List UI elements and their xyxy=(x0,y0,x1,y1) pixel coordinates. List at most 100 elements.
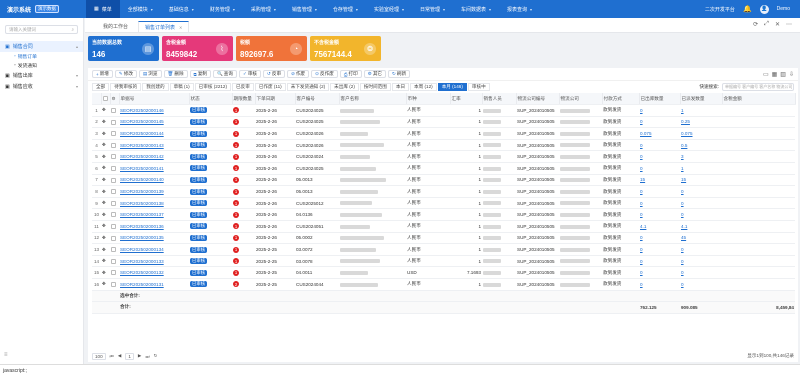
dispatched-qty[interactable]: 1 xyxy=(680,162,722,175)
column-header[interactable]: 客户编号 xyxy=(295,93,340,106)
filter-tab[interactable]: 审核中 xyxy=(467,83,490,91)
expand-cell[interactable]: ✥ xyxy=(101,232,110,245)
page-tab[interactable]: 销售订单列表 ✕ xyxy=(138,21,190,32)
close-icon[interactable]: ✕ xyxy=(775,21,780,28)
dispatched-qty[interactable]: 0 xyxy=(680,197,722,210)
expand-cell[interactable]: ✥ xyxy=(101,255,110,268)
order-number[interactable]: SEOR202502000132 xyxy=(119,266,189,279)
dispatched-qty[interactable]: 0 xyxy=(680,266,722,279)
filter-tab[interactable]: 本月 (146) xyxy=(437,83,467,91)
row-checkbox[interactable] xyxy=(111,247,116,253)
filter-tab[interactable]: 草稿 (1) xyxy=(169,83,194,91)
checkbox-cell[interactable] xyxy=(110,255,119,268)
expand-cell[interactable]: ✥ xyxy=(101,220,110,233)
shipped-qty[interactable]: 0.075 xyxy=(639,127,680,140)
page-tab[interactable]: 我的工作台 xyxy=(97,21,134,32)
filter-tab[interactable]: 本日 xyxy=(391,83,410,91)
shipped-qty[interactable]: 4.1 xyxy=(639,220,680,233)
page-size-select[interactable]: 100 xyxy=(92,352,106,360)
shipped-qty[interactable]: 15 xyxy=(639,174,680,187)
page-input[interactable]: 1 xyxy=(125,352,134,360)
column-header[interactable]: 已出库数量 xyxy=(639,93,681,106)
table-row[interactable]: 16 ✥ SEOR202502000131 已审核 2 2025-2-25 CUS20240… xyxy=(92,278,795,291)
checkbox-cell[interactable] xyxy=(110,208,119,222)
row-checkbox[interactable] xyxy=(111,177,116,183)
filter-tab[interactable]: 已审核 (2212) xyxy=(194,83,232,91)
column-header[interactable]: 付款方式 xyxy=(602,93,640,106)
filter-tab[interactable]: 全部 xyxy=(92,83,110,91)
top-nav-item[interactable]: 实验室经理 ▾ xyxy=(366,0,412,18)
column-header[interactable]: 含税金额 xyxy=(722,93,796,106)
column-header[interactable]: 下单日期 xyxy=(255,93,296,106)
toolbar-button[interactable]: + 新增 xyxy=(92,70,113,78)
row-checkbox[interactable] xyxy=(111,200,116,206)
table-row[interactable]: 15 ✥ SEOR202502000132 已审核 1 2025-2-25 04.0011 U… xyxy=(92,266,795,279)
expand-cell[interactable]: ✥ xyxy=(101,127,110,140)
move-icon[interactable]: ✥ xyxy=(102,247,106,252)
move-icon[interactable]: ✥ xyxy=(102,119,106,124)
expand-cell[interactable]: ✥ xyxy=(101,266,110,279)
toolbar-button[interactable]: ↻ 刷新 xyxy=(388,70,411,78)
column-header[interactable]: 状态 xyxy=(189,93,233,106)
dispatched-qty[interactable]: 15 xyxy=(680,174,722,187)
table-row[interactable]: 6 ✥ SEOR202502000141 已审核 1 2025-2-26 CUS202402… xyxy=(92,162,795,175)
filter-tab[interactable]: 按时间范围 xyxy=(359,83,391,91)
checkbox-cell[interactable] xyxy=(110,185,119,198)
table-row[interactable]: 13 ✥ SEOR202502000134 已审核 1 2025-2-25 03.0072 人… xyxy=(92,243,795,256)
table-row[interactable]: 1 ✥ SEOR202502000146 已审核 1 2025-2-26 CUS202402… xyxy=(92,104,795,117)
table-row[interactable]: 11 ✥ SEOR202502000136 已审核 1 2025-2-26 CUS20240… xyxy=(92,220,795,233)
expand-cell[interactable]: ✥ xyxy=(101,162,110,175)
expand-cell[interactable]: ✥ xyxy=(101,185,110,198)
sidebar-search-input[interactable]: 请输入关键词 ⌕ xyxy=(5,25,78,34)
table-row[interactable]: 8 ✥ SEOR202502000139 已审核 1 2025-2-26 05.0013 人民… xyxy=(92,185,795,198)
move-icon[interactable]: ✥ xyxy=(102,258,106,263)
toolbar-button[interactable]: 🗑 删除 xyxy=(163,70,188,78)
order-number[interactable]: SEOR202502000137 xyxy=(119,208,189,222)
table-row[interactable]: 4 ✥ SEOR202502000143 已审核 1 2025-2-26 CUS202402… xyxy=(92,139,795,152)
expand-cell[interactable]: ✥ xyxy=(101,116,110,129)
top-nav-item[interactable]: 全部模块 ▾ xyxy=(120,0,161,18)
select-all-checkbox[interactable] xyxy=(102,96,108,102)
bell-icon[interactable]: 🔔 xyxy=(743,5,752,13)
filter-tab[interactable]: 未下发货通知 (2) xyxy=(286,83,330,91)
table-row[interactable]: 2 ✥ SEOR202502000145 已审核 1 2025-2-26 CUS202402… xyxy=(92,116,795,129)
checkbox-cell[interactable] xyxy=(110,139,119,152)
toolbar-button[interactable]: ⊙ 反作废 xyxy=(311,70,338,78)
order-number[interactable]: SEOR202502000131 xyxy=(119,278,189,291)
dispatched-qty[interactable]: 0 xyxy=(680,208,722,222)
expand-cell[interactable]: ✥ xyxy=(101,150,110,164)
order-number[interactable]: SEOR202502000136 xyxy=(119,220,189,233)
order-number[interactable]: SEOR202502000135 xyxy=(119,232,189,245)
toolbar-button[interactable]: ⧉ 复制 xyxy=(189,70,212,78)
order-number[interactable]: SEOR202502000141 xyxy=(119,162,189,175)
more-icon[interactable]: ⋯ xyxy=(786,21,792,28)
move-icon[interactable]: ✥ xyxy=(102,142,106,147)
column-header[interactable]: 单据号 xyxy=(119,93,190,106)
shipped-qty[interactable]: 0 xyxy=(639,266,680,279)
top-nav-item[interactable]: ▦ 菜单 xyxy=(86,0,120,18)
shipped-qty[interactable]: 0 xyxy=(639,116,680,129)
reload-icon[interactable]: ↻ xyxy=(154,353,158,359)
move-icon[interactable]: ✥ xyxy=(102,154,106,159)
checkbox-cell[interactable] xyxy=(110,266,119,279)
columns-icon[interactable]: ▥ xyxy=(780,71,786,78)
checkbox-cell[interactable] xyxy=(110,243,119,256)
filter-tab[interactable]: 已反审 xyxy=(232,83,254,91)
toolbar-button[interactable]: ✎ 修改 xyxy=(114,70,137,78)
order-number[interactable]: SEOR202502000143 xyxy=(119,139,189,152)
checkbox-cell[interactable] xyxy=(110,150,119,164)
filter-tab[interactable]: 未出库 (2) xyxy=(330,83,359,91)
row-checkbox[interactable] xyxy=(111,235,116,241)
table-row[interactable]: 12 ✥ SEOR202502000135 已审核 1 2025-2-26 05.0002 人… xyxy=(92,232,795,245)
move-icon[interactable]: ✥ xyxy=(102,281,106,286)
top-nav-item[interactable]: 销售管理 ▾ xyxy=(284,0,325,18)
sidebar-group[interactable]: ▣ 销售出库 ▾ xyxy=(0,70,83,81)
checkbox-cell[interactable] xyxy=(110,232,119,245)
table-row[interactable]: 9 ✥ SEOR202502000138 已审核 1 2025-2-26 CUS202501… xyxy=(92,197,795,210)
refresh-icon[interactable]: ⟳ xyxy=(753,21,758,28)
shipped-qty[interactable]: 0 xyxy=(639,150,680,164)
column-header[interactable]: ⚙ xyxy=(110,93,120,106)
dispatched-qty[interactable]: 0 xyxy=(680,243,722,256)
row-checkbox[interactable] xyxy=(111,223,116,229)
move-icon[interactable]: ✥ xyxy=(102,165,106,170)
